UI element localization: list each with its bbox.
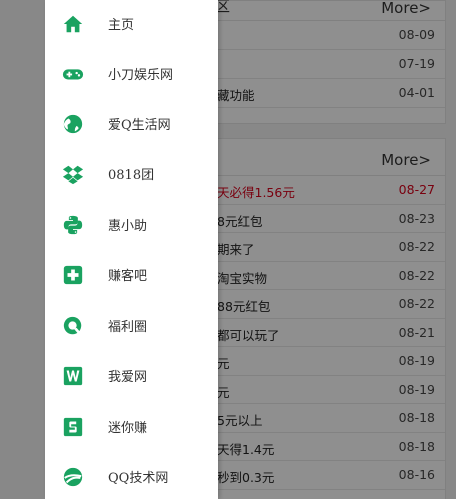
nav-item-zuanke[interactable]: 赚客吧 [45,254,218,294]
w-square-icon [61,364,85,388]
q-circle-icon [61,314,85,338]
nav-item-qqjishu[interactable]: QQ技术网 [45,456,218,496]
nav-item-xiaodao[interactable]: 小刀娱乐网 [45,53,218,93]
gamepad-icon [61,62,85,86]
nav-item-label: 迷你赚 [108,421,148,436]
nav-item-label: 主页 [108,18,135,33]
home-icon [61,12,85,36]
dropbox-icon [61,162,85,186]
nav-item-aiq[interactable]: 爱Q生活网 [45,103,218,143]
navigation-drawer: 主页 小刀娱乐网 爱Q生活网 0818团 惠小助 赚客吧 福利圈 我爱网 迷你赚… [45,0,218,499]
nav-item-label: 惠小助 [108,219,148,234]
globe-icon [61,112,85,136]
nav-item-0818[interactable]: 0818团 [45,153,218,193]
nav-item-label: QQ技术网 [108,471,169,486]
nav-item-home[interactable]: 主页 [45,3,218,43]
nav-item-label: 赚客吧 [108,269,148,284]
s-square-icon [61,415,85,439]
nav-item-label: 我爱网 [108,370,148,385]
nav-item-label: 福利圈 [108,320,148,335]
nav-item-huixiaozhu[interactable]: 惠小助 [45,204,218,244]
nav-item-fuliquan[interactable]: 福利圈 [45,305,218,345]
nav-item-label: 爱Q生活网 [108,118,171,133]
nav-item-label: 小刀娱乐网 [108,68,174,83]
python-icon [61,213,85,237]
nav-item-woai[interactable]: 我爱网 [45,355,218,395]
nav-item-mini[interactable]: 迷你赚 [45,406,218,446]
medical-cross-icon [61,263,85,287]
road-globe-icon [61,465,85,489]
nav-item-label: 0818团 [108,168,155,183]
